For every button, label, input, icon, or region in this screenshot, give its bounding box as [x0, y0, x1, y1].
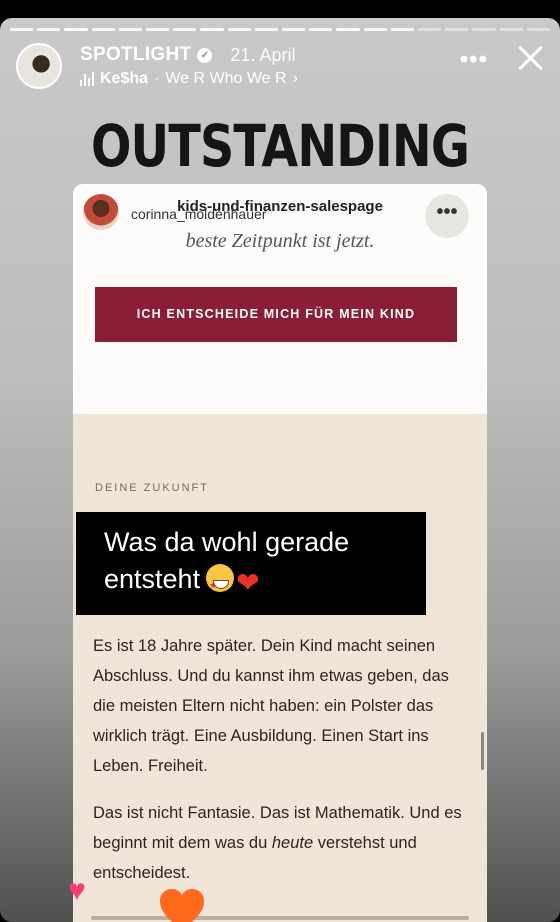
- progress-segment: [499, 28, 523, 31]
- progress-segment: [418, 28, 442, 31]
- progress-segment: [200, 28, 224, 31]
- orange-heart-icon: [156, 884, 208, 922]
- close-icon[interactable]: [512, 40, 548, 76]
- progress-segment: [37, 28, 61, 31]
- verified-check-icon: ✓: [197, 47, 213, 63]
- story-viewer[interactable]: SPOTLIGHT ✓ 21. April Ke$ha · We R Who W…: [0, 18, 560, 922]
- progress-segment: [64, 28, 88, 31]
- card-scrollbar: [481, 732, 484, 770]
- outstanding-sticker: OUTSTANDING: [90, 112, 470, 180]
- body-paragraph-1: Es ist 18 Jahre später. Dein Kind macht …: [93, 637, 449, 775]
- para2-emphasis: heute: [271, 834, 314, 852]
- caption-text: Was da wohl gerade entsteht ❤: [104, 524, 350, 604]
- more-options-button[interactable]: •••: [460, 46, 488, 74]
- heart-on-fire-emoji: ❤: [236, 567, 260, 598]
- text-caption-sticker: Was da wohl gerade entsteht ❤: [76, 512, 426, 615]
- music-attribution[interactable]: Ke$ha · We R Who We R ›: [80, 70, 298, 88]
- faded-heading-line: beste Zeitpunkt ist jetzt.: [185, 230, 375, 252]
- story-username[interactable]: SPOTLIGHT: [80, 44, 191, 66]
- progress-segment: [363, 28, 387, 31]
- music-artist: Ke$ha: [100, 70, 149, 87]
- section-label: DEINE ZUKUNFT: [95, 482, 209, 494]
- phone-notch: [150, 0, 410, 4]
- music-song: We R Who We R: [165, 70, 287, 87]
- body-paragraph-2: Das ist nicht Fantasie. Das ist Mathemat…: [93, 798, 473, 888]
- pink-heart-icon: ♥: [68, 874, 86, 907]
- progress-segment: [146, 28, 170, 31]
- progress-segment: [445, 28, 469, 31]
- progress-segment: [526, 28, 551, 31]
- inner-username: corinna_moldenhauer: [131, 206, 267, 222]
- story-progress-bar: [10, 28, 551, 31]
- progress-segment: [336, 28, 360, 31]
- progress-segment: [309, 28, 333, 31]
- progress-segment: [282, 28, 306, 31]
- caption-line-2: entsteht: [104, 564, 201, 594]
- card-header-area: kids-und-finanzen-salespage corinna_mold…: [73, 184, 487, 414]
- progress-segment: [118, 28, 143, 31]
- music-separator: ·: [154, 70, 160, 87]
- story-date: 21. April: [230, 44, 296, 65]
- music-bars-icon: [80, 72, 94, 86]
- story-author-row: SPOTLIGHT ✓ 21. April: [80, 44, 295, 66]
- profile-avatar[interactable]: [16, 43, 62, 89]
- star-struck-emoji: [206, 564, 235, 604]
- progress-segment: [173, 28, 197, 31]
- progress-segment: [254, 28, 279, 31]
- chevron-right-icon: ›: [292, 70, 298, 87]
- caption-line-1: Was da wohl gerade: [104, 527, 350, 557]
- story-header: SPOTLIGHT ✓ 21. April Ke$ha · We R Who W…: [0, 40, 560, 100]
- progress-segment: [472, 28, 496, 31]
- progress-segment: [390, 28, 415, 31]
- progress-segment: [91, 28, 115, 31]
- progress-segment: [10, 28, 34, 31]
- card-bottom-line: [91, 916, 469, 920]
- progress-segment: [227, 28, 251, 31]
- cta-button: ICH ENTSCHEIDE MICH FÜR MEIN KIND: [95, 287, 457, 342]
